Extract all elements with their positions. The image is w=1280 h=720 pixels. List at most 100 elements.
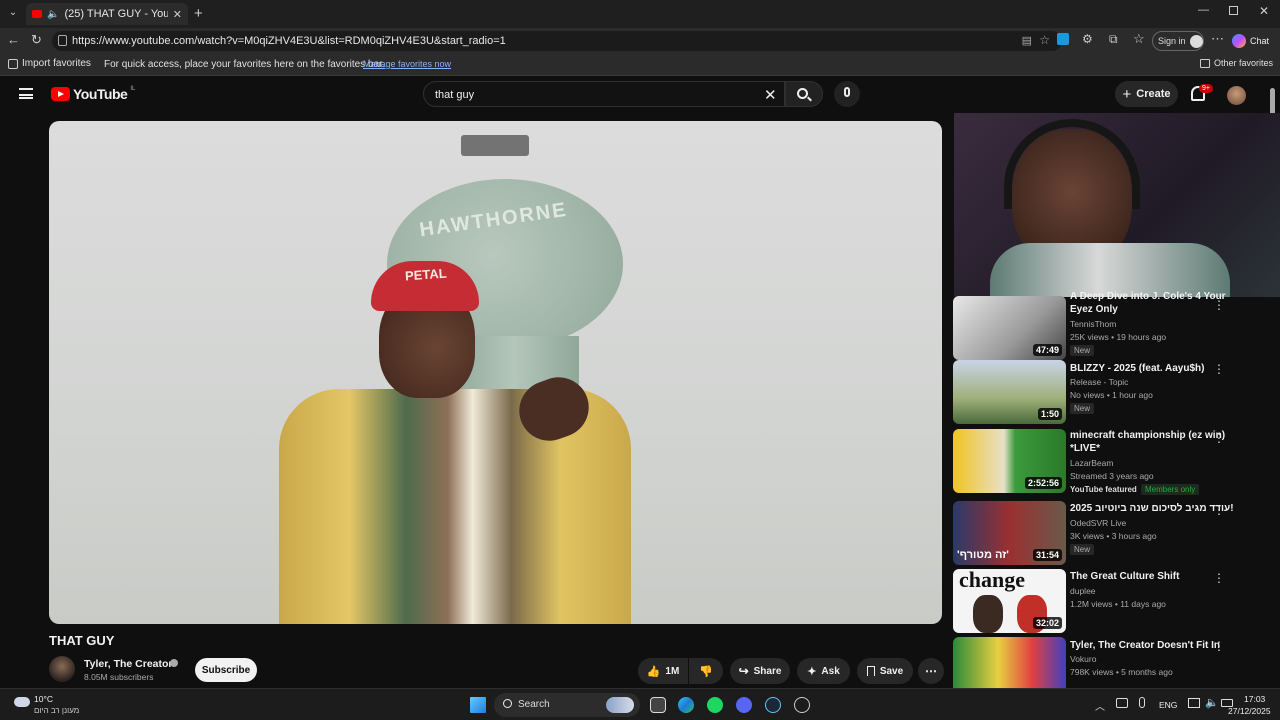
hamburger-menu-icon[interactable] — [19, 88, 33, 99]
captions-placeholder — [461, 135, 529, 156]
search-box[interactable]: that guy ✕ — [423, 81, 785, 107]
video-title: THAT GUY — [49, 633, 115, 648]
rec-meta: 3K views • 3 hours ago — [1070, 531, 1157, 541]
favorites-icon[interactable]: ☆ — [1133, 31, 1145, 47]
rec-menu-icon[interactable]: ⋮ — [1213, 299, 1225, 311]
extension-icon[interactable] — [1057, 33, 1069, 45]
favorites-hint: For quick access, place your favorites h… — [104, 59, 385, 70]
rec-thumbnail[interactable]: 1:50 — [953, 360, 1066, 424]
discord-icon[interactable] — [736, 697, 752, 713]
save-button[interactable]: Save — [857, 658, 913, 684]
profile-icon — [1189, 34, 1203, 48]
rec-new-badge: New — [1070, 544, 1095, 555]
rec-item[interactable]: 1:50 BLIZZY - 2025 (feat. Aayu$h) Releas… — [953, 360, 1253, 424]
reader-icon[interactable]: ▤ — [1022, 34, 1032, 47]
puzzle-icon[interactable]: ⚙ — [1082, 32, 1093, 46]
more-horizontal-icon: ⋯ — [925, 664, 937, 678]
clear-search-icon[interactable]: ✕ — [764, 86, 777, 104]
rec-item[interactable]: 'זה מטורף' 31:54 עודד מגיב לסיכום שנה בי… — [953, 501, 1253, 565]
page-scrollbar[interactable] — [1270, 88, 1275, 116]
dislike-button[interactable]: 👎 — [689, 658, 723, 684]
task-view-icon[interactable] — [650, 697, 666, 713]
rec-menu-icon[interactable]: ⋮ — [1213, 504, 1225, 516]
rec-new-badge: New — [1070, 403, 1095, 414]
browser-menu-icon[interactable]: ⋯ — [1211, 31, 1224, 47]
clock-time[interactable]: 17:03 — [1244, 694, 1265, 704]
url-field[interactable]: https://www.youtube.com/watch?v=M0qiZHV4… — [52, 31, 1062, 51]
display-icon[interactable] — [1188, 698, 1200, 708]
voice-search-button[interactable] — [834, 81, 860, 107]
browser-tab[interactable]: 🔈 (25) THAT GUY - YouTube ✕ — [26, 3, 188, 25]
minimize-icon[interactable]: — — [1198, 4, 1209, 16]
notification-badge: 9+ — [1199, 84, 1213, 93]
rec-featured-label: YouTube featured — [1070, 485, 1137, 494]
channel-name[interactable]: Tyler, The Creator — [84, 658, 173, 670]
refresh-icon[interactable]: ↻ — [31, 32, 42, 48]
folder-icon — [1200, 58, 1210, 68]
back-icon[interactable]: ← — [7, 32, 20, 47]
youtube-favicon-icon — [32, 10, 42, 18]
search-input[interactable]: that guy — [435, 89, 474, 101]
rec-menu-icon[interactable]: ⋮ — [1213, 363, 1225, 375]
taskbar-search-icon — [503, 699, 512, 708]
weather-widget[interactable]: 10°C מעונן רב היום — [12, 692, 92, 718]
subscribe-button[interactable]: Subscribe — [195, 658, 257, 682]
show-hidden-icons[interactable]: ︿ — [1095, 698, 1105, 713]
rec-thumbnail[interactable]: change 32:02 — [953, 569, 1066, 633]
rec-item[interactable]: Tyler, The Creator Doesn't Fit In Vokuro… — [953, 637, 1253, 688]
input-language[interactable]: ENG — [1159, 700, 1177, 710]
rec-menu-icon[interactable]: ⋮ — [1213, 572, 1225, 584]
site-info-icon[interactable] — [58, 35, 67, 46]
audio-icon[interactable]: 🔈 — [47, 9, 59, 20]
youtube-wordmark: YouTube — [73, 86, 128, 102]
youtube-logo[interactable]: YouTube IL — [51, 86, 135, 102]
rec-menu-icon[interactable]: ⋮ — [1213, 432, 1225, 444]
sign-in-button[interactable]: Sign in — [1152, 31, 1204, 51]
ask-button[interactable]: ✦ Ask — [797, 658, 850, 684]
other-favorites-button[interactable]: Other favorites — [1200, 58, 1273, 68]
microphone-tray-icon[interactable] — [1139, 697, 1145, 708]
rec-channel: OdedSVR Live — [1070, 518, 1127, 528]
start-windows-icon[interactable] — [470, 697, 486, 713]
create-button[interactable]: + Create — [1115, 81, 1178, 107]
rec-thumbnail[interactable] — [953, 637, 1066, 688]
manage-favorites-link[interactable]: Manage favorites now — [363, 59, 451, 69]
rec-thumbnail[interactable]: 47:49 — [953, 296, 1066, 360]
video-player[interactable]: HAWTHORNE PETAL — [49, 121, 942, 624]
rec-item[interactable]: change 32:02 The Great Culture Shift dup… — [953, 569, 1253, 633]
rec-duration: 1:50 — [1037, 408, 1062, 420]
volume-icon[interactable]: 🔈 — [1205, 696, 1219, 709]
rec-meta: 1.2M views • 11 days ago — [1070, 599, 1166, 609]
import-favorites-button[interactable]: Import favorites — [8, 58, 91, 69]
search-button[interactable] — [785, 81, 823, 107]
tab-close-icon[interactable]: ✕ — [173, 8, 182, 21]
rec-thumbnail[interactable]: 2:52:56 — [953, 429, 1066, 493]
network-status-icon[interactable] — [1116, 698, 1128, 708]
clock-date[interactable]: 27/12/2025 — [1228, 706, 1271, 716]
split-screen-icon[interactable]: ⧉ — [1109, 32, 1118, 47]
new-tab-icon[interactable]: + — [194, 5, 203, 22]
rec-item[interactable]: 47:49 A Deep Dive into J. Cole's 4 Your … — [953, 291, 1253, 360]
rec-item[interactable]: 2:52:56 minecraft championship (ez win) … — [953, 429, 1253, 495]
sparkle-icon: ✦ — [807, 665, 817, 678]
maximize-icon[interactable] — [1229, 6, 1238, 15]
taskbar-search[interactable]: Search — [494, 693, 640, 717]
url-text: https://www.youtube.com/watch?v=M0qiZHV4… — [72, 35, 506, 47]
rec-thumbnail[interactable]: 'זה מטורף' 31:54 — [953, 501, 1066, 565]
browser-tab-bar: ⌄ 🔈 (25) THAT GUY - YouTube ✕ + — ✕ — [0, 0, 1280, 28]
spotify-icon[interactable] — [707, 697, 723, 713]
like-button[interactable]: 👍 1M — [638, 658, 688, 684]
account-avatar[interactable] — [1227, 86, 1246, 105]
app-icon[interactable] — [794, 697, 810, 713]
favorite-star-icon[interactable]: ☆ — [1039, 33, 1050, 47]
copilot-chat-button[interactable]: Chat — [1232, 32, 1269, 50]
channel-avatar[interactable] — [49, 656, 75, 682]
rec-channel: TennisThom — [1070, 319, 1117, 329]
steam-icon[interactable] — [765, 697, 781, 713]
tab-menu-icon[interactable]: ⌄ — [6, 7, 20, 21]
close-window-icon[interactable]: ✕ — [1259, 4, 1269, 18]
edge-icon[interactable] — [678, 697, 694, 713]
more-actions-button[interactable]: ⋯ — [918, 658, 944, 684]
share-button[interactable]: ↪ Share — [730, 658, 790, 684]
rec-menu-icon[interactable]: ⋮ — [1213, 640, 1225, 652]
